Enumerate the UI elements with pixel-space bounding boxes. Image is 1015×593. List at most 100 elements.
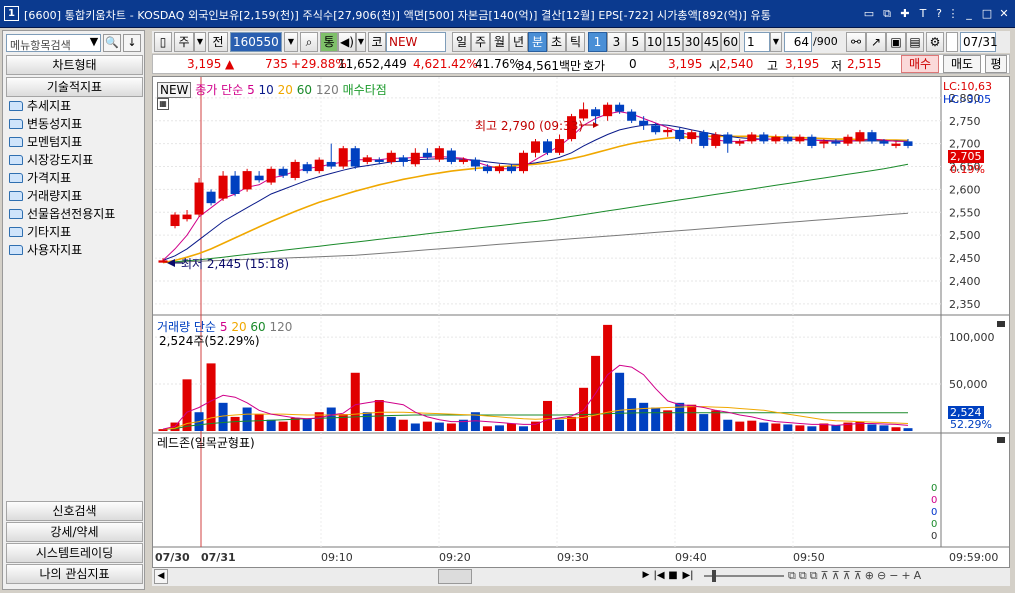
- chevron-down-icon[interactable]: ▼: [194, 32, 206, 52]
- volume-bar: [362, 412, 372, 431]
- period-button-minute[interactable]: 분: [528, 32, 547, 52]
- gear-icon[interactable]: ⚙: [926, 32, 944, 52]
- volume-bar: [771, 423, 781, 431]
- minimize-icon[interactable]: _: [962, 7, 976, 21]
- search-icon[interactable]: ⌕: [300, 32, 318, 52]
- save-icon[interactable]: ▣: [886, 32, 906, 52]
- pin-icon[interactable]: ✚: [898, 7, 912, 21]
- period-button-week[interactable]: 주: [471, 32, 490, 52]
- count-select[interactable]: 1: [744, 32, 770, 52]
- grid-icon[interactable]: ▦: [157, 98, 169, 110]
- chart-scrollbar[interactable]: ◀ ▶ |◀ ■ ▶| ⧉⧉⧉⊼⊼⊼⊼⊕⊖−+A: [152, 568, 1010, 586]
- arrow-down-icon[interactable]: ↓: [123, 34, 141, 52]
- minute-button-10[interactable]: 10: [645, 32, 664, 52]
- tree-item-trend[interactable]: 추세지표: [9, 97, 71, 115]
- new-tag[interactable]: NEW: [157, 82, 192, 98]
- tree-item-market-strength[interactable]: 시장강도지표: [9, 151, 93, 169]
- candle-body: [819, 141, 829, 144]
- play-back-icon[interactable]: |◀: [652, 569, 666, 584]
- tree-item-volatility[interactable]: 변동성지표: [9, 115, 82, 133]
- tree-item-futures[interactable]: 선물옵션전용지표: [9, 205, 115, 223]
- minute-button-15[interactable]: 15: [664, 32, 683, 52]
- tab-technical-indicators[interactable]: 기술적지표: [6, 77, 143, 97]
- legend-buy-point[interactable]: 매수타점: [343, 83, 387, 97]
- zoom-slider[interactable]: [704, 575, 784, 577]
- help-icon[interactable]: ?: [932, 7, 946, 21]
- tab-system-trading[interactable]: 시스템트레이딩: [6, 543, 143, 563]
- minute-button-45[interactable]: 45: [702, 32, 721, 52]
- period-button-second[interactable]: 초: [547, 32, 566, 52]
- scroll-left-icon[interactable]: ◀: [154, 569, 168, 584]
- minute-button-3[interactable]: 3: [607, 32, 626, 52]
- scroll-right-icon[interactable]: ▶: [640, 569, 652, 584]
- period-button-day[interactable]: 일: [452, 32, 471, 52]
- legend-ma5[interactable]: 5: [247, 83, 255, 97]
- maximize-icon[interactable]: □: [980, 7, 994, 21]
- stock-code-input[interactable]: 160550: [230, 32, 282, 52]
- print-icon[interactable]: ▤: [906, 32, 924, 52]
- minute-button-60[interactable]: 60: [721, 32, 740, 52]
- tab-strength[interactable]: 강세/약세: [6, 522, 143, 542]
- legend-ma120[interactable]: 120: [316, 83, 339, 97]
- mode-button[interactable]: 통: [320, 32, 338, 52]
- chevron-down-icon[interactable]: ▼: [770, 32, 782, 52]
- legend-vol-ma120[interactable]: 120: [270, 320, 293, 334]
- legend-ma60[interactable]: 60: [297, 83, 312, 97]
- legend-ma10[interactable]: 10: [259, 83, 274, 97]
- period-button-month[interactable]: 월: [490, 32, 509, 52]
- minute-button-1[interactable]: 1: [588, 32, 607, 52]
- bid-value: 0: [629, 57, 637, 71]
- chart-area[interactable]: 2,800 2,750 2,700 2,650 2,600 2,550 2,500 2,450…: [152, 76, 1010, 568]
- volume-percent: 52.29%: [950, 418, 992, 431]
- market-button[interactable]: 코: [368, 32, 386, 52]
- more-icon[interactable]: ⋮: [946, 7, 960, 21]
- close-icon[interactable]: ✕: [997, 7, 1011, 21]
- redzone-legend[interactable]: 레드존(일목균형표): [157, 434, 255, 451]
- market-name-field[interactable]: NEW: [386, 32, 446, 52]
- date-checkbox[interactable]: [946, 32, 958, 52]
- drawing-tools[interactable]: ⧉⧉⧉⊼⊼⊼⊼⊕⊖−+A: [788, 569, 998, 584]
- chevron-down-icon[interactable]: ▼: [356, 32, 366, 52]
- sell-button[interactable]: 매도: [943, 55, 981, 73]
- search-icon[interactable]: 🔍: [103, 34, 121, 52]
- window-copy-icon[interactable]: ⧉: [880, 7, 894, 21]
- chevron-down-icon[interactable]: ▼: [284, 32, 298, 52]
- layout-icon[interactable]: ▯: [154, 32, 172, 52]
- volume-bar: [494, 425, 504, 431]
- title-bar[interactable]: 1 [6600] 통합키움차트 - KOSDAQ 외국인보유[2,159(천)]…: [0, 0, 1015, 28]
- candle-body: [266, 168, 276, 183]
- tree-item-volume[interactable]: 거래량지표: [9, 187, 82, 205]
- draw-icon[interactable]: ↗: [866, 32, 886, 52]
- volume-bar: [627, 398, 637, 431]
- minute-button-5[interactable]: 5: [626, 32, 645, 52]
- tab-my-indicators[interactable]: 나의 관심지표: [6, 564, 143, 584]
- tree-item-price[interactable]: 가격지표: [9, 169, 71, 187]
- font-icon[interactable]: T: [916, 7, 930, 21]
- period-button-tick[interactable]: 틱: [566, 32, 585, 52]
- buy-button[interactable]: 매수: [901, 55, 939, 73]
- tree-item-other[interactable]: 기타지표: [9, 223, 71, 241]
- tree-item-momentum[interactable]: 모멘텀지표: [9, 133, 82, 151]
- count-input[interactable]: 64: [784, 32, 812, 52]
- legend-price[interactable]: 종가 단순: [195, 83, 243, 97]
- date-field[interactable]: 07/31: [960, 32, 998, 52]
- legend-ma20[interactable]: 20: [278, 83, 293, 97]
- play-forward-icon[interactable]: ▶|: [680, 569, 696, 584]
- stop-icon[interactable]: ■: [666, 569, 680, 584]
- period-button-year[interactable]: 년: [509, 32, 528, 52]
- compare-button[interactable]: 전: [208, 32, 228, 52]
- scroll-thumb[interactable]: [438, 569, 472, 584]
- candle-body: [555, 139, 565, 153]
- minute-button-30[interactable]: 30: [683, 32, 702, 52]
- tab-signal-search[interactable]: 신호검색: [6, 501, 143, 521]
- speaker-icon[interactable]: ◀): [338, 32, 356, 52]
- indicator-icon[interactable]: ⚯: [846, 32, 866, 52]
- tree-item-user[interactable]: 사용자지표: [9, 241, 82, 259]
- tab-chart-type[interactable]: 차트형태: [6, 55, 143, 75]
- window-layout-icon[interactable]: ▭: [862, 7, 876, 21]
- zoom-slider-handle[interactable]: [712, 570, 716, 582]
- period-unit-select[interactable]: 주: [174, 32, 194, 52]
- window-number-icon[interactable]: 1: [4, 6, 19, 21]
- eval-button[interactable]: 평: [985, 55, 1007, 73]
- chevron-down-icon[interactable]: ▼: [87, 34, 101, 52]
